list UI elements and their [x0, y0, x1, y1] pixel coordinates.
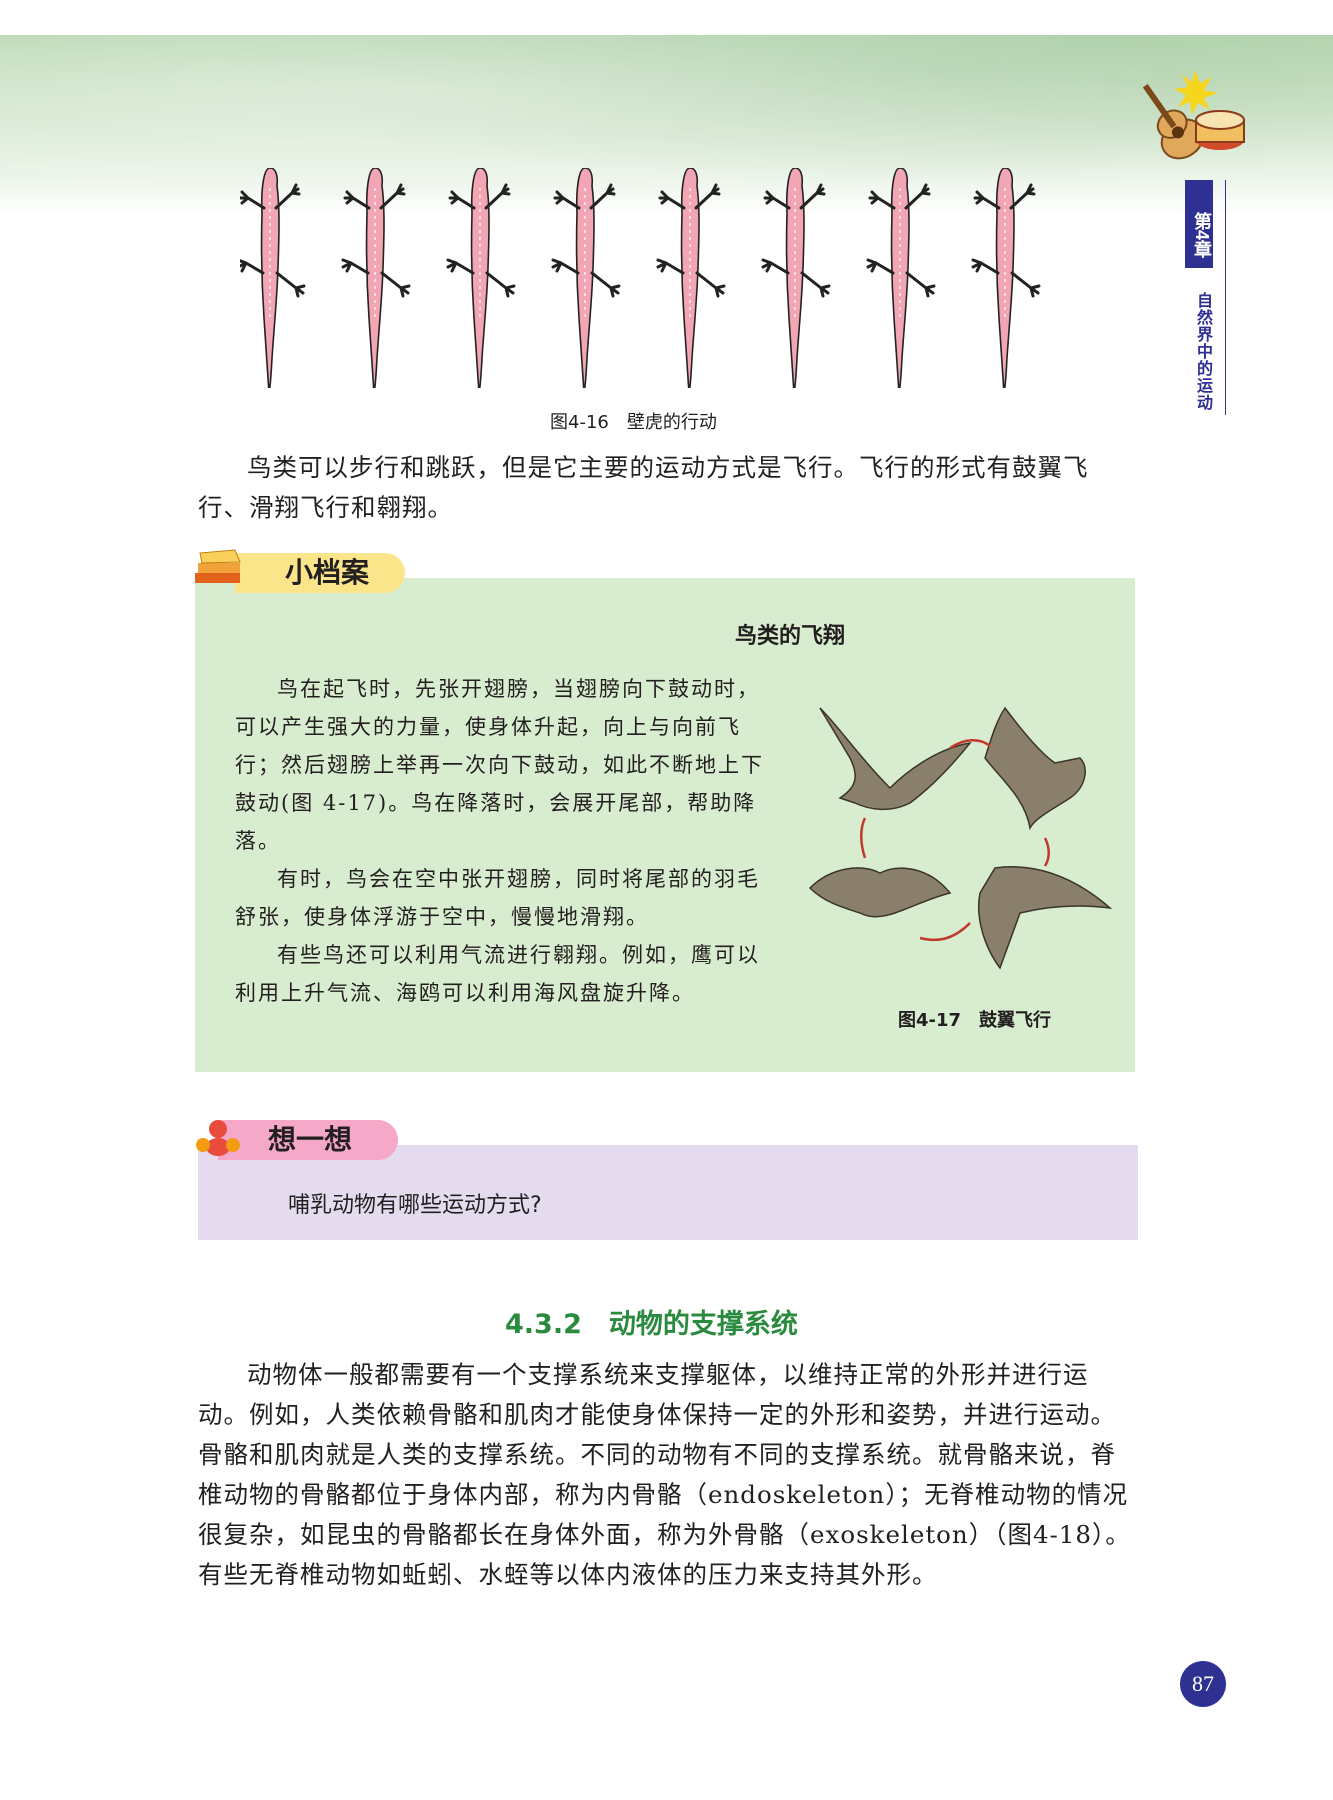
thinking-figure-icon [196, 1120, 240, 1156]
file-box-paragraph: 有些鸟还可以利用气流进行翱翔。例如，鹰可以利用上升气流、海鸥可以利用海风盘旋升降… [235, 943, 760, 1005]
page-number: 87 [1180, 1661, 1226, 1707]
section-heading: 4.3.2 动物的支撑系统 [505, 1309, 798, 1340]
chapter-title: 自然界中的运动 [1194, 292, 1213, 411]
info-file-box: 小档案 鸟类的飞翔 鸟在起飞时，先张开翅膀，当翅膀向下鼓动时，可以产生强大的力量… [185, 549, 1145, 1072]
file-box-label: 小档案 [235, 553, 405, 593]
support-system-paragraph: 动物体一般都需要有一个支撑系统来支撑躯体，以维持正常的外形并进行运动。例如，人类… [198, 1360, 1131, 1589]
file-box-text: 鸟在起飞时，先张开翅膀，当翅膀向下鼓动时，可以产生强大的力量，使身体升起，向上与… [235, 670, 765, 1012]
flapping-bird-figure [808, 706, 1113, 970]
file-box-paragraph: 鸟在起飞时，先张开翅膀，当翅膀向下鼓动时，可以产生强大的力量，使身体升起，向上与… [235, 677, 764, 853]
chapter-side-tab: 第4章 自然界中的运动 [1185, 180, 1226, 415]
think-box-label: 想一想 [218, 1120, 398, 1160]
birds-paragraph: 鸟类可以步行和跳跃，但是它主要的运动方式是飞行。飞行的形式有鼓翼飞行、滑翔飞行和… [198, 453, 1089, 522]
file-box-paragraph: 有时，鸟会在空中张开翅膀，同时将尾部的羽毛舒张，使身体浮游于空中，慢慢地滑翔。 [235, 867, 760, 929]
books-icon [195, 549, 241, 583]
bird-figure-caption: 图4-17 鼓翼飞行 [898, 1010, 1052, 1031]
think-question: 哺乳动物有哪些运动方式? [288, 1193, 542, 1218]
think-box: 想一想 哺乳动物有哪些运动方式? [196, 1120, 1138, 1240]
chapter-number: 第4章 [1185, 180, 1213, 268]
gecko-figure-caption: 图4-16 壁虎的行动 [550, 412, 717, 433]
file-box-title: 鸟类的飞翔 [734, 624, 845, 649]
guitar-drum-icon [1142, 70, 1245, 160]
gecko-locomotion-figure [240, 168, 1041, 388]
